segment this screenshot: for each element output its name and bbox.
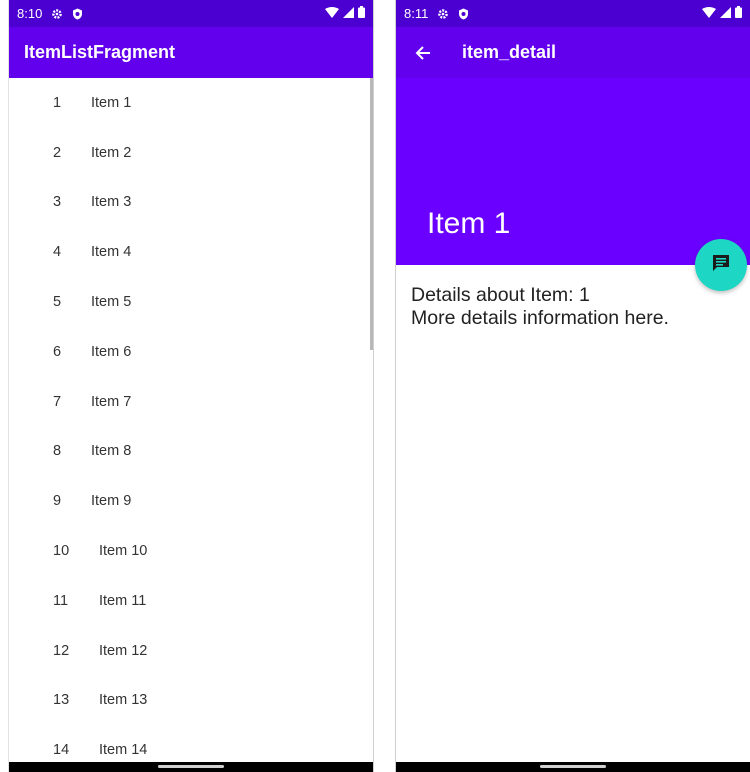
list-item[interactable]: 13 Item 13 bbox=[9, 676, 373, 726]
list-item[interactable]: 12 Item 12 bbox=[9, 626, 373, 676]
navigation-bar bbox=[396, 762, 750, 772]
app-bar: ItemListFragment bbox=[9, 27, 373, 78]
item-number: 5 bbox=[53, 294, 62, 311]
message-fab[interactable] bbox=[695, 239, 747, 291]
item-label: Item 14 bbox=[99, 742, 148, 759]
scrollbar[interactable] bbox=[370, 78, 373, 350]
list-item[interactable]: 5 Item 5 bbox=[9, 277, 373, 327]
list-item[interactable]: 3 Item 3 bbox=[9, 178, 373, 228]
item-label: Item 6 bbox=[91, 343, 132, 360]
wifi-icon bbox=[325, 6, 339, 21]
item-label: Item 12 bbox=[99, 642, 148, 659]
shield-icon bbox=[456, 7, 470, 21]
detail-content: Details about Item: 1 More details infor… bbox=[396, 265, 750, 349]
item-label: Item 2 bbox=[91, 144, 132, 161]
item-label: Item 4 bbox=[91, 244, 132, 261]
item-number: 9 bbox=[53, 493, 62, 510]
list-item[interactable]: 4 Item 4 bbox=[9, 227, 373, 277]
detail-title: Item 1 bbox=[427, 207, 511, 240]
list-item[interactable]: 2 Item 2 bbox=[9, 128, 373, 178]
item-label: Item 7 bbox=[91, 393, 132, 410]
list-item[interactable]: 7 Item 7 bbox=[9, 377, 373, 427]
status-time: 8:11 bbox=[404, 6, 429, 21]
shield-icon bbox=[70, 7, 84, 21]
list-item[interactable]: 11 Item 11 bbox=[9, 576, 373, 626]
message-icon bbox=[711, 253, 731, 278]
item-label: Item 10 bbox=[99, 543, 148, 560]
list-item[interactable]: 14 Item 14 bbox=[9, 725, 373, 762]
item-number: 10 bbox=[53, 543, 70, 560]
home-handle[interactable] bbox=[158, 765, 224, 768]
status-bar: 8:10 bbox=[9, 0, 373, 27]
list-item[interactable]: 1 Item 1 bbox=[9, 78, 373, 128]
wifi-icon bbox=[702, 6, 716, 21]
list-item[interactable]: 9 Item 9 bbox=[9, 476, 373, 526]
details-line-2: More details information here. bbox=[411, 307, 669, 329]
gear-icon bbox=[436, 7, 450, 21]
signal-icon bbox=[343, 6, 354, 21]
item-label: Item 9 bbox=[91, 493, 132, 510]
item-label: Item 1 bbox=[91, 94, 132, 111]
item-number: 12 bbox=[53, 642, 70, 659]
item-number: 7 bbox=[53, 393, 62, 410]
details-line-1: Details about Item: 1 bbox=[411, 284, 590, 306]
battery-icon bbox=[358, 6, 365, 21]
toolbar-title: item_detail bbox=[462, 42, 557, 62]
item-label: Item 13 bbox=[99, 692, 148, 709]
item-number: 6 bbox=[53, 343, 62, 360]
list-item[interactable]: 6 Item 6 bbox=[9, 327, 373, 377]
list-item[interactable]: 8 Item 8 bbox=[9, 427, 373, 477]
page-title: ItemListFragment bbox=[24, 42, 176, 62]
home-handle[interactable] bbox=[540, 765, 606, 768]
item-label: Item 8 bbox=[91, 443, 132, 460]
item-label: Item 3 bbox=[91, 194, 132, 211]
status-time: 8:10 bbox=[17, 6, 43, 21]
item-number: 14 bbox=[53, 742, 70, 759]
item-number: 1 bbox=[53, 94, 62, 111]
collapsing-header: Item 1 bbox=[396, 78, 750, 265]
status-bar: 8:11 bbox=[396, 0, 750, 27]
item-label: Item 11 bbox=[99, 592, 147, 609]
item-list-screen: 8:10 ItemListFragment 1 Item 1 2 Item 2 3 I… bbox=[8, 0, 374, 772]
item-number: 13 bbox=[53, 692, 70, 709]
item-number: 8 bbox=[53, 443, 62, 460]
item-number: 3 bbox=[53, 194, 62, 211]
navigation-bar bbox=[9, 762, 373, 772]
gear-icon bbox=[50, 7, 64, 21]
item-label: Item 5 bbox=[91, 294, 132, 311]
list-item[interactable]: 10 Item 10 bbox=[9, 526, 373, 576]
item-list[interactable]: 1 Item 1 2 Item 2 3 Item 3 4 Item 4 5 Item 5 … bbox=[9, 78, 373, 762]
item-number: 11 bbox=[53, 592, 69, 609]
back-arrow-icon[interactable] bbox=[412, 42, 434, 64]
item-detail-screen: 8:11 item_detail Item 1 Details about It… bbox=[395, 0, 750, 772]
signal-icon bbox=[720, 6, 731, 21]
item-number: 4 bbox=[53, 244, 62, 261]
toolbar: item_detail bbox=[396, 27, 750, 78]
item-number: 2 bbox=[53, 144, 62, 161]
battery-icon bbox=[735, 6, 742, 21]
